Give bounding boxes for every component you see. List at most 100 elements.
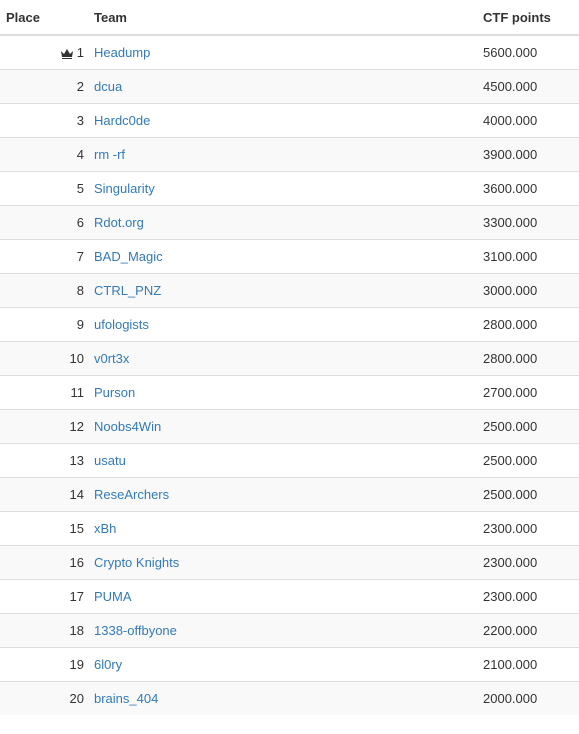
- team-link[interactable]: Purson: [94, 385, 135, 400]
- points-column-header: CTF points: [483, 0, 579, 36]
- team-link[interactable]: dcua: [94, 79, 122, 94]
- team-link[interactable]: PUMA: [94, 589, 132, 604]
- points-cell: 2800.000: [483, 306, 579, 341]
- table-row: 20 brains_404 2000.000: [0, 680, 579, 715]
- table-row: 5 Singularity 3600.000: [0, 170, 579, 205]
- points-cell: 5600.000: [483, 34, 579, 69]
- points-cell: 4000.000: [483, 102, 579, 137]
- team-cell: ReseArchers: [94, 476, 483, 511]
- team-link[interactable]: Singularity: [94, 181, 155, 196]
- table-row: 19 6l0ry 2100.000: [0, 646, 579, 681]
- place-cell: 3: [0, 102, 94, 137]
- table-row: 11 Purson 2700.000: [0, 374, 579, 409]
- team-link[interactable]: Crypto Knights: [94, 555, 179, 570]
- place-cell: 13: [0, 442, 94, 477]
- table-row: 12 Noobs4Win 2500.000: [0, 408, 579, 443]
- team-link[interactable]: Hardc0de: [94, 113, 150, 128]
- place-cell: 15: [0, 510, 94, 545]
- place-cell: 18: [0, 612, 94, 647]
- place-cell: 16: [0, 544, 94, 579]
- table-row: 7 BAD_Magic 3100.000: [0, 238, 579, 273]
- place-cell: 11: [0, 374, 94, 409]
- team-link[interactable]: brains_404: [94, 691, 158, 706]
- team-link[interactable]: rm -rf: [94, 147, 125, 162]
- team-cell: Crypto Knights: [94, 544, 483, 579]
- place-number: 19: [69, 656, 84, 672]
- scoreboard-header: Place Team CTF points: [0, 0, 579, 36]
- points-cell: 3900.000: [483, 136, 579, 171]
- team-cell: Purson: [94, 374, 483, 409]
- team-cell: ufologists: [94, 306, 483, 341]
- team-link[interactable]: ReseArchers: [94, 487, 169, 502]
- place-number: 11: [70, 384, 85, 400]
- team-cell: Headump: [94, 34, 483, 69]
- team-link[interactable]: 1338-offbyone: [94, 623, 177, 638]
- place-number: 18: [69, 622, 84, 638]
- place-number: 10: [69, 350, 84, 366]
- team-link[interactable]: xBh: [94, 521, 116, 536]
- table-row: 1 Headump 5600.000: [0, 34, 579, 69]
- place-number: 8: [76, 282, 84, 298]
- place-column-header: Place: [0, 0, 94, 36]
- place-cell: 1: [0, 34, 94, 69]
- team-column-header: Team: [94, 0, 483, 36]
- team-link[interactable]: v0rt3x: [94, 351, 129, 366]
- place-cell: 14: [0, 476, 94, 511]
- crown-icon: [60, 48, 73, 59]
- table-row: 6 Rdot.org 3300.000: [0, 204, 579, 239]
- place-number: 16: [69, 554, 84, 570]
- points-cell: 2300.000: [483, 544, 579, 579]
- points-cell: 2500.000: [483, 442, 579, 477]
- points-cell: 2100.000: [483, 646, 579, 681]
- place-number: 15: [69, 520, 84, 536]
- table-row: 10 v0rt3x 2800.000: [0, 340, 579, 375]
- team-link[interactable]: ufologists: [94, 317, 149, 332]
- place-number: 2: [76, 78, 84, 94]
- place-cell: 9: [0, 306, 94, 341]
- points-cell: 4500.000: [483, 68, 579, 103]
- table-row: 16 Crypto Knights 2300.000: [0, 544, 579, 579]
- scoreboard-body: 1 Headump 5600.000 2 dcua 4500.000 3 Hardc0de 40…: [0, 34, 579, 715]
- table-row: 2 dcua 4500.000: [0, 68, 579, 103]
- team-link[interactable]: Rdot.org: [94, 215, 144, 230]
- team-cell: rm -rf: [94, 136, 483, 171]
- team-cell: brains_404: [94, 680, 483, 715]
- team-cell: 1338-offbyone: [94, 612, 483, 647]
- team-link[interactable]: usatu: [94, 453, 126, 468]
- team-link[interactable]: Noobs4Win: [94, 419, 161, 434]
- points-cell: 3300.000: [483, 204, 579, 239]
- place-number: 9: [76, 316, 84, 332]
- points-cell: 3600.000: [483, 170, 579, 205]
- team-cell: Noobs4Win: [94, 408, 483, 443]
- team-cell: 6l0ry: [94, 646, 483, 681]
- place-cell: 4: [0, 136, 94, 171]
- place-number: 20: [69, 690, 84, 706]
- team-cell: BAD_Magic: [94, 238, 483, 273]
- table-row: 3 Hardc0de 4000.000: [0, 102, 579, 137]
- points-cell: 3100.000: [483, 238, 579, 273]
- table-row: 13 usatu 2500.000: [0, 442, 579, 477]
- place-number: 12: [69, 418, 84, 434]
- place-cell: 6: [0, 204, 94, 239]
- points-cell: 3000.000: [483, 272, 579, 307]
- place-cell: 20: [0, 680, 94, 715]
- place-cell: 12: [0, 408, 94, 443]
- team-cell: CTRL_PNZ: [94, 272, 483, 307]
- points-cell: 2000.000: [483, 680, 579, 715]
- table-row: 8 CTRL_PNZ 3000.000: [0, 272, 579, 307]
- team-link[interactable]: BAD_Magic: [94, 249, 163, 264]
- place-cell: 10: [0, 340, 94, 375]
- place-number: 4: [76, 146, 84, 162]
- team-link[interactable]: CTRL_PNZ: [94, 283, 161, 298]
- table-row: 17 PUMA 2300.000: [0, 578, 579, 613]
- team-cell: xBh: [94, 510, 483, 545]
- place-number: 6: [76, 214, 84, 230]
- team-cell: Rdot.org: [94, 204, 483, 239]
- team-link[interactable]: 6l0ry: [94, 657, 122, 672]
- points-cell: 2500.000: [483, 408, 579, 443]
- team-cell: Hardc0de: [94, 102, 483, 137]
- place-number: 17: [69, 588, 84, 604]
- table-row: 4 rm -rf 3900.000: [0, 136, 579, 171]
- table-row: 14 ReseArchers 2500.000: [0, 476, 579, 511]
- team-link[interactable]: Headump: [94, 45, 150, 60]
